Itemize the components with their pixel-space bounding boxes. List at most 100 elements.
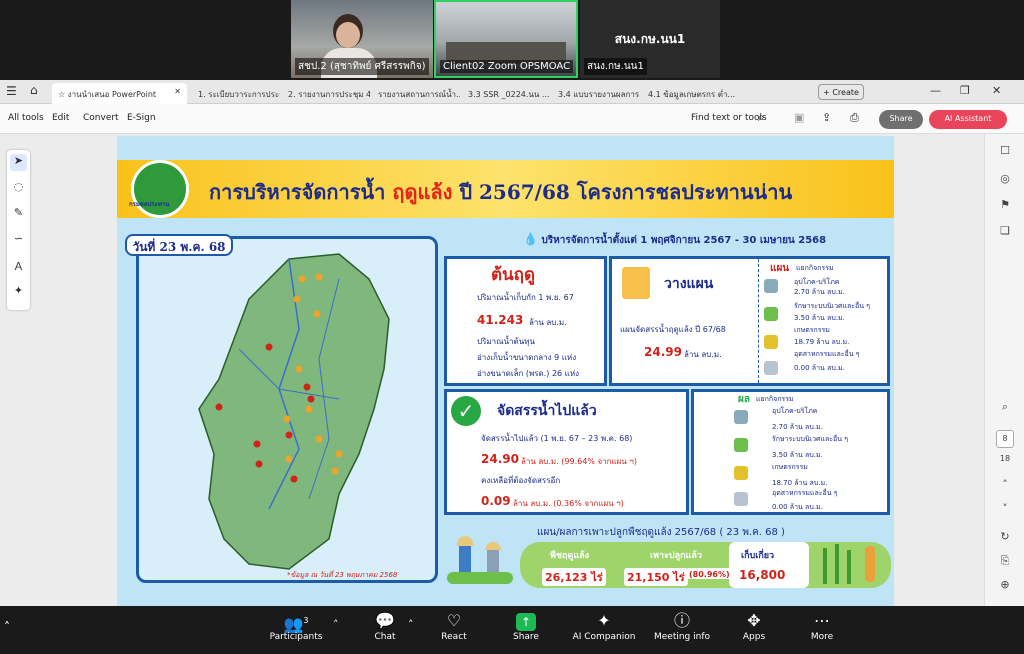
save-copy-icon[interactable]: ⎘ xyxy=(996,554,1014,572)
esign-menu[interactable]: E-Sign xyxy=(127,113,156,123)
lasso-icon[interactable]: ∽ xyxy=(10,232,27,249)
tab-item[interactable]: 4.1 ข้อมูลเกษตรกร ต่ำ... xyxy=(642,83,740,104)
export-icon[interactable]: ◎ xyxy=(996,172,1014,190)
result-item-1-value: 3.50 ล้าน ลบ.ม. xyxy=(772,451,823,459)
create-button[interactable]: + Create xyxy=(818,84,864,100)
find-tools[interactable]: Find text or tools xyxy=(691,113,767,123)
restore-icon[interactable]: ❐ xyxy=(960,84,970,97)
close-icon[interactable]: ✕ xyxy=(174,87,181,96)
copy-icon[interactable]: ❏ xyxy=(996,224,1014,242)
minimize-icon[interactable]: — xyxy=(930,84,941,97)
participants-count: 3 xyxy=(303,616,309,625)
result-item-0-value: 2.70 ล้าน ลบ.ม. xyxy=(772,423,823,431)
ai-companion-label: AI Companion xyxy=(572,632,636,642)
result-tag: ผล xyxy=(738,394,750,405)
stamp-icon[interactable]: ✦ xyxy=(10,284,27,301)
zoom-in-icon[interactable]: ⊕ xyxy=(996,578,1014,596)
edit-menu[interactable]: Edit xyxy=(52,113,69,123)
text-box-icon[interactable]: Ａ xyxy=(10,258,27,275)
alloc-line1: จัดสรรน้ำไปแล้ว (1 พ.ย. 67 – 23 พ.ค. 68) xyxy=(481,434,633,443)
upload-icon[interactable]: ⇪ xyxy=(822,111,831,124)
more-button[interactable]: ⋯ More xyxy=(782,610,862,642)
share-button[interactable]: Share xyxy=(879,110,923,129)
refresh-icon[interactable]: ↻ xyxy=(996,530,1014,548)
home-icon[interactable]: ⌂ xyxy=(30,83,38,97)
start-season-box: ต้นฤดู ปริมาณน้ำเก็บกัก 1 พ.ย. 67 41.243… xyxy=(444,256,607,386)
more-label: More xyxy=(810,632,834,642)
video-tile-1[interactable]: สชป.2 (สุชาทิพย์ ศรีสรรพกิจ) xyxy=(291,0,433,78)
chat-label: Chat xyxy=(374,632,396,642)
result-box: ผล แยกกิจกรรม อุปโภค-บริโภค 2.70 ล้าน ลบ… xyxy=(691,389,890,515)
tab-item[interactable]: รายงานสถานการณ์น้ำ... xyxy=(372,83,460,104)
participants-icon: 👥3 xyxy=(283,614,309,634)
pen-icon[interactable]: ✎ xyxy=(10,206,27,223)
share-screen-icon: ↑ xyxy=(516,613,536,631)
tab-label: 2. รายงานการประชุม 4... xyxy=(288,90,370,99)
result-category-head: แยกกิจกรรม xyxy=(756,395,794,403)
video-tile-2[interactable]: Client02 Zoom OPSMOAC xyxy=(434,0,578,78)
title-part-1: การบริหารจัดการน้ำ xyxy=(209,180,393,204)
plan-item-2-value: 18.79 ล้าน ลบ.ม. xyxy=(794,338,850,346)
ai-assistant-button[interactable]: AI Assistant xyxy=(929,110,1007,129)
page-number-input[interactable]: 8 xyxy=(996,430,1014,448)
participants-button[interactable]: 👥3 Participants xyxy=(256,610,336,642)
share-screen-button[interactable]: ↑ Share xyxy=(486,610,566,642)
plan-item-2-name: เกษตรกรรม xyxy=(794,326,830,334)
participants-label: Participants xyxy=(269,632,323,642)
save-icon[interactable]: ▣ xyxy=(794,111,804,124)
meeting-info-label: Meeting info xyxy=(653,632,711,642)
chevron-up-icon[interactable]: ˄ xyxy=(4,620,10,634)
participants-chevron-icon[interactable]: ˄ xyxy=(333,618,339,631)
crop-title: แผน/ผลการเพาะปลูกพืชฤดูแล้ง 2567/68 ( 23… xyxy=(537,527,785,538)
menu-icon[interactable]: ☰ xyxy=(6,84,17,98)
video-tile-2-name: Client02 Zoom OPSMOAC xyxy=(440,60,574,73)
select-cursor-icon[interactable]: ➤ xyxy=(10,154,27,171)
video-tile-3[interactable]: สนง.กษ.นน1 สนง.กษ.นน1 xyxy=(580,0,720,78)
crop-planted-label: เพาะปลูกแล้ว xyxy=(650,551,702,561)
leaf-icon xyxy=(764,307,778,321)
star-icon[interactable]: ☆ xyxy=(58,90,65,99)
plan-item-1-value: 3.50 ล้าน ลบ.ม. xyxy=(794,314,845,322)
allocated-box: ✓ จัดสรรน้ำไปแล้ว จัดสรรน้ำไปแล้ว (1 พ.ย… xyxy=(444,389,689,515)
plan-item-0-value: 2.70 ล้าน ลบ.ม. xyxy=(794,288,845,296)
sparkle-icon: ✦ xyxy=(597,611,611,630)
slide-banner: การบริหารจัดการน้ำ ฤดูแล้ง ปี 2567/68 โค… xyxy=(117,160,894,218)
alloc-value: 24.90 xyxy=(481,452,519,466)
chevron-up-icon[interactable]: ˄ xyxy=(996,478,1014,496)
title-part-3: ปี 2567/68 โครงการชลประทานน่าน xyxy=(452,180,793,204)
comment-panel-icon[interactable]: ☐ xyxy=(996,144,1014,162)
start-unit: ล้าน ลบ.ม. xyxy=(529,318,567,327)
clipboard-icon xyxy=(622,267,650,299)
all-tools-menu[interactable]: All tools xyxy=(8,113,44,123)
more-icon: ⋯ xyxy=(814,611,830,630)
tab-item[interactable]: 3.4 แบบรายงานผลการ... xyxy=(552,83,640,104)
info-icon: ⓘ xyxy=(673,611,690,630)
chat-chevron-icon[interactable]: ˄ xyxy=(408,618,414,631)
plan-item-1-name: รักษาระบบนิเวศและอื่น ๆ xyxy=(794,302,871,310)
tab-active[interactable]: ☆ งานนำเสนอ PowerPoint ✕ xyxy=(52,83,187,104)
tab-item[interactable]: 2. รายงานการประชุม 4... xyxy=(282,83,370,104)
tab-item[interactable]: 1. ระเบียบวาระการประชุม... xyxy=(192,83,280,104)
window-close-icon[interactable]: ✕ xyxy=(992,84,1001,97)
crop-planted-pct: (80.96%) xyxy=(686,568,733,579)
ai-companion-button[interactable]: ✦ AI Companion xyxy=(558,610,650,642)
crop-harvest-value: 16,800 xyxy=(739,568,786,582)
convert-menu[interactable]: Convert xyxy=(83,113,119,123)
plan-divider xyxy=(758,259,759,383)
print-icon[interactable]: ⎙ xyxy=(850,111,859,125)
tab-label: 3.3 SSR _0224.นน ... xyxy=(468,90,550,99)
bookmark-icon[interactable]: ⚑ xyxy=(996,198,1014,216)
heart-icon: ♡ xyxy=(446,611,462,630)
chevron-down-icon[interactable]: ˅ xyxy=(996,502,1014,520)
video-tile-3-display: สนง.กษ.นน1 xyxy=(614,32,686,46)
tab-item[interactable]: 3.3 SSR _0224.นน ... xyxy=(462,83,550,104)
alloc-remain-detail: ล้าน ลบ.ม. (0.36% จากแผน ฯ) xyxy=(513,499,624,508)
comment-icon[interactable]: ◌ xyxy=(10,180,27,197)
meeting-info-button[interactable]: ⓘ Meeting info xyxy=(642,610,722,642)
search-icon[interactable]: ⌕ xyxy=(758,110,765,125)
crop-planted-value: 21,150 ไร่ xyxy=(624,568,688,586)
zoom-search-icon[interactable]: ⌕ xyxy=(996,400,1014,418)
corn-icon xyxy=(734,466,748,480)
react-button[interactable]: ♡ React xyxy=(414,610,494,642)
start-line2: ปริมาณน้ำต้นทุน xyxy=(477,337,535,346)
